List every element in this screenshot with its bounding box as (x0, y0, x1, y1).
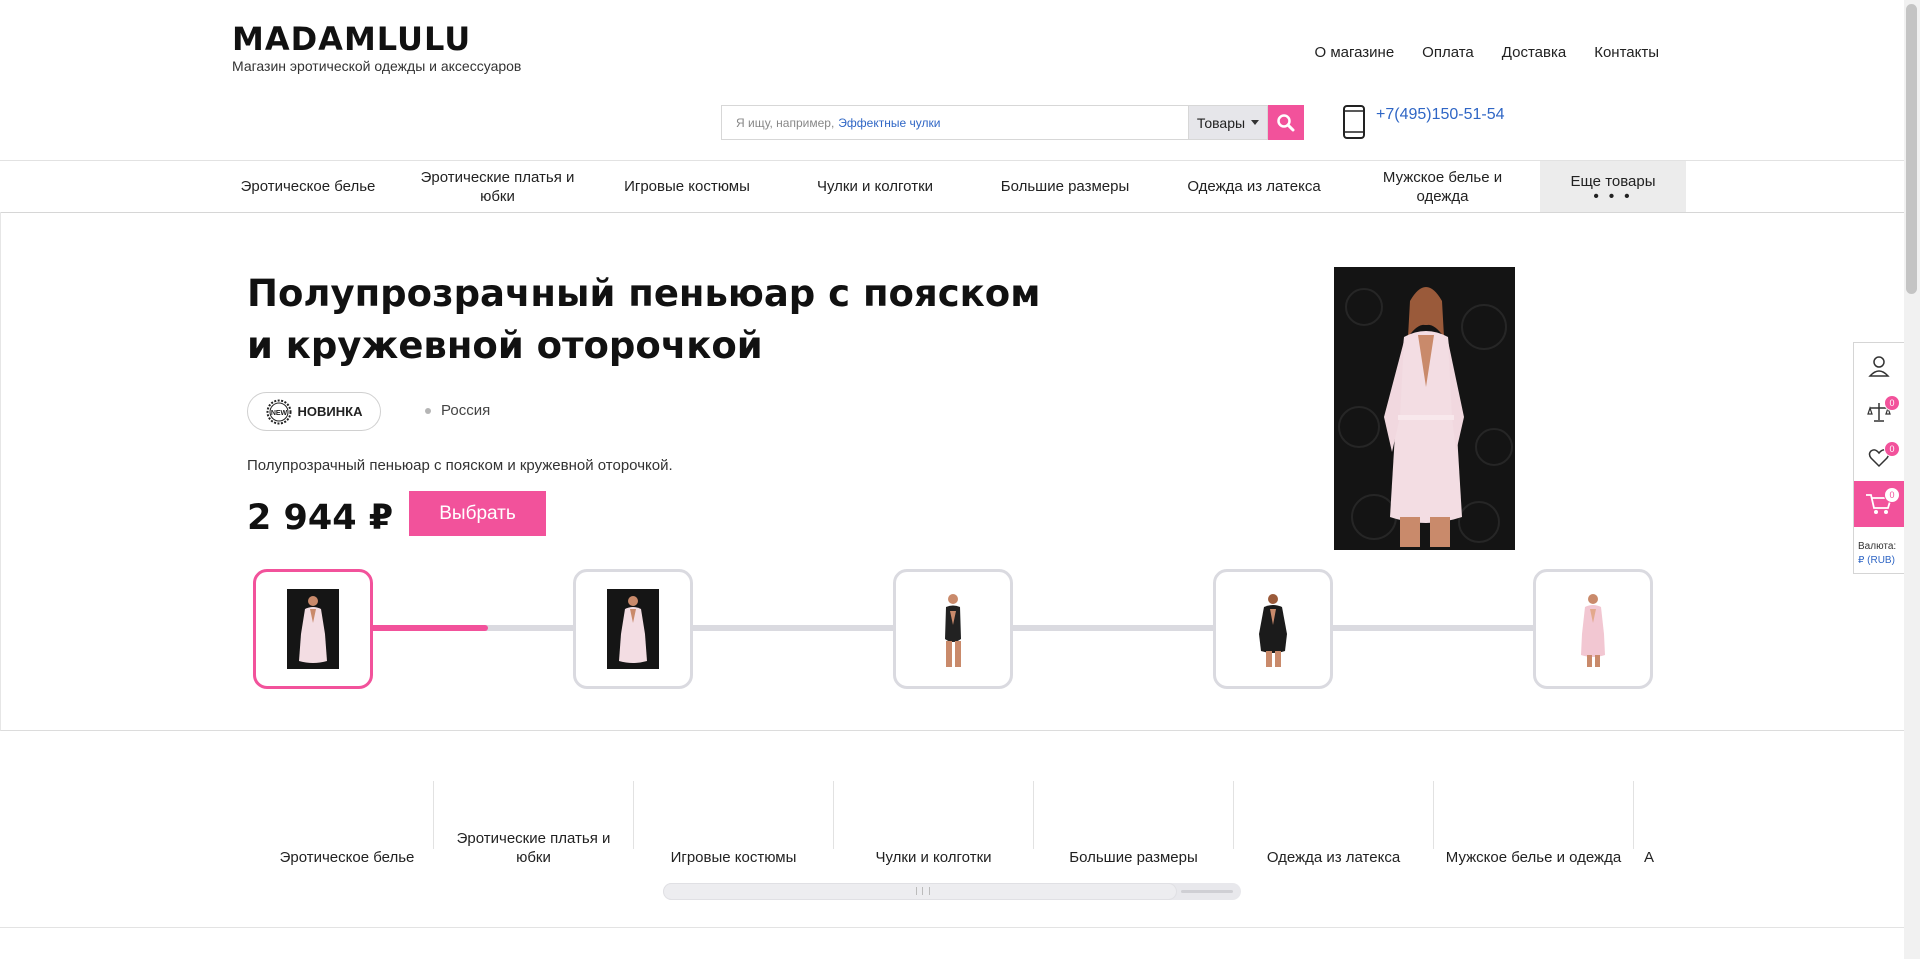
section-divider (0, 927, 1904, 928)
chevron-down-icon (1251, 120, 1260, 125)
nav-delivery[interactable]: Доставка (1502, 44, 1566, 61)
cart-button[interactable]: 0 (1854, 481, 1904, 527)
user-icon (1868, 356, 1890, 377)
search-scope-label: Товары (1196, 114, 1246, 131)
currency-value: ₽ (RUB) (1858, 555, 1895, 566)
carousel-item-label: Одежда из латекса (1266, 849, 1401, 866)
currency-block[interactable]: Валюта: ₽ (RUB) (1858, 540, 1896, 568)
logo-title: MADAMLULU (232, 20, 472, 58)
category-costumes[interactable]: Игровые костюмы (602, 161, 772, 212)
country-label: Россия (441, 402, 491, 419)
compare-button[interactable]: 0 (1854, 389, 1904, 435)
carousel-item-next[interactable]: А (1633, 781, 1673, 866)
bullet-icon (425, 407, 431, 414)
category-menswear[interactable]: Мужское белье и одежда (1370, 161, 1515, 212)
currency-label: Валюта: (1858, 541, 1897, 552)
compare-count-badge: 0 (1884, 395, 1900, 411)
category-plus-size[interactable]: Большие размеры (980, 161, 1150, 212)
product-title: Полупрозрачный пеньюар с пояском и круже… (247, 272, 1041, 367)
product-price: 2 944 ₽ (247, 498, 394, 538)
account-button[interactable] (1854, 343, 1904, 389)
search-icon (1277, 113, 1295, 131)
nav-payment[interactable]: Оплата (1422, 44, 1474, 61)
carousel-item-dresses[interactable]: Эротические платья и юбки (433, 781, 633, 866)
top-nav: О магазине Оплата Доставка Контакты (1314, 44, 1659, 61)
site-logo[interactable]: MADAMLULU Магазин эротической одежды и а… (232, 22, 521, 74)
carousel-item-costumes[interactable]: Игровые костюмы (633, 781, 833, 866)
product-description: Полупрозрачный пеньюар с пояском и круже… (247, 457, 673, 474)
category-carousel: Эротическое белье Эротические платья и ю… (247, 781, 1673, 867)
carousel-item-label: Большие размеры (1069, 849, 1198, 866)
carousel-item-label: Чулки и колготки (875, 849, 992, 866)
carousel-item-label: А (1644, 849, 1655, 866)
thumbnail-5[interactable] (1533, 569, 1653, 689)
search-example-link[interactable]: Эффектные чулки (838, 116, 940, 130)
thumbnail-1[interactable] (253, 569, 373, 689)
more-dots-icon: • • • (1593, 188, 1633, 205)
carousel-item-label: Эротическое белье (279, 849, 415, 866)
logo-tagline: Магазин эротической одежды и аксессуаров (232, 58, 522, 74)
product-country: Россия (425, 402, 490, 419)
search-bar: Я ищу, например, Эффектные чулки Товары (721, 105, 1304, 140)
carousel-item-lingerie[interactable]: Эротическое белье (247, 781, 447, 866)
phone-number-link[interactable]: +7(495)150-51-54 (1376, 106, 1505, 124)
carousel-item-label: Мужское белье и одежда (1445, 849, 1622, 866)
carousel-item-label: Эротические платья и юбки (456, 830, 611, 866)
product-showcase: Полупрозрачный пеньюар с пояском и круже… (0, 212, 1905, 731)
more-products-button[interactable]: Еще товары • • • (1540, 161, 1686, 212)
thumbnail-image (927, 589, 979, 669)
thumbnail-4[interactable] (1213, 569, 1333, 689)
mobile-phone-icon (1343, 105, 1365, 139)
carousel-item-stockings[interactable]: Чулки и колготки (833, 781, 1033, 866)
favorites-button[interactable]: 0 (1854, 435, 1904, 481)
carousel-scroll-end (1181, 890, 1233, 893)
choose-button[interactable]: Выбрать (409, 491, 546, 536)
search-button[interactable] (1268, 105, 1304, 140)
quick-panel: 0 0 0 Валюта: ₽ (RUB) (1853, 342, 1904, 574)
search-placeholder: Я ищу, например, (736, 115, 835, 130)
category-stockings[interactable]: Чулки и колготки (790, 161, 960, 212)
product-main-image[interactable] (1334, 267, 1515, 550)
category-latex[interactable]: Одежда из латекса (1168, 161, 1340, 212)
new-badge-label: НОВИНКА (297, 404, 363, 419)
grip-icon (916, 887, 930, 895)
thumbnail-image (1247, 589, 1299, 669)
carousel-item-plus-size[interactable]: Большие размеры (1033, 781, 1233, 866)
carousel-item-menswear[interactable]: Мужское белье и одежда (1433, 781, 1633, 866)
nav-contacts[interactable]: Контакты (1594, 44, 1659, 61)
new-seal-icon: NEW (266, 399, 292, 424)
phone-block: +7(495)150-51-54 (1342, 104, 1505, 140)
nav-about[interactable]: О магазине (1314, 44, 1394, 61)
carousel-item-label: Игровые костюмы (670, 849, 797, 866)
thumbnail-2[interactable] (573, 569, 693, 689)
search-input[interactable]: Я ищу, например, Эффектные чулки (721, 105, 1188, 140)
carousel-item-latex[interactable]: Одежда из латекса (1233, 781, 1433, 866)
category-dresses[interactable]: Эротические платья и юбки (410, 161, 585, 212)
thumbnail-image (1567, 589, 1619, 669)
new-badge: NEW НОВИНКА (247, 392, 381, 431)
thumbnail-image (287, 589, 339, 669)
category-nav: Эротическое белье Эротические платья и ю… (0, 160, 1904, 213)
category-lingerie[interactable]: Эротическое белье (232, 161, 384, 212)
favorites-count-badge: 0 (1884, 441, 1900, 457)
thumbnail-3[interactable] (893, 569, 1013, 689)
cart-count-badge: 0 (1884, 487, 1900, 503)
thumbnail-image (607, 589, 659, 669)
search-scope-select[interactable]: Товары (1188, 105, 1268, 140)
page-scroll-thumb[interactable] (1906, 4, 1917, 294)
svg-text:NEW: NEW (270, 410, 287, 417)
